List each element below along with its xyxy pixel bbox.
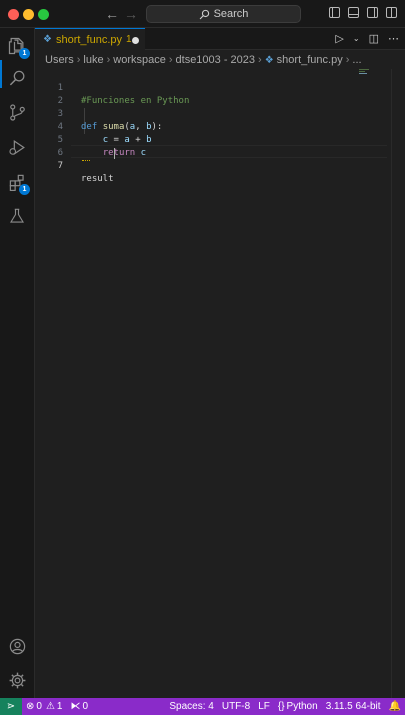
- code-text: result: [81, 174, 114, 184]
- tab-label: short_func.py: [55, 33, 123, 46]
- explorer-icon[interactable]: 1: [5, 34, 30, 59]
- breadcrumb-folder[interactable]: dtse1003 - 2023: [176, 54, 256, 66]
- editor-actions: ▷ ⌄ ◫ ⋯: [335, 32, 399, 45]
- code-line[interactable]: 1 #Funciones en Python: [35, 69, 405, 106]
- editor-tab-bar: ❖ short_func.py 1 ▷ ⌄ ◫ ⋯: [35, 28, 405, 50]
- code-editor[interactable]: 1 #Funciones en Python 2 3 def suma(a, b…: [35, 69, 405, 698]
- search-view-icon[interactable]: [5, 66, 29, 90]
- eol-selector[interactable]: LF: [254, 701, 274, 712]
- title-bar: ← → Search: [0, 0, 405, 28]
- accounts-icon[interactable]: [5, 634, 29, 658]
- forward-arrow-icon[interactable]: →: [124, 5, 138, 23]
- maximize-window-button[interactable]: [38, 9, 49, 20]
- remote-indicator-icon[interactable]: ⋗: [0, 698, 22, 715]
- notifications-bell-icon[interactable]: 🔔: [385, 701, 405, 712]
- error-icon: ⊗: [26, 701, 35, 712]
- code-line[interactable]: 5 return c: [35, 121, 405, 158]
- close-window-button[interactable]: [8, 9, 19, 20]
- warning-count: 1: [56, 701, 63, 712]
- overview-ruler[interactable]: [391, 69, 405, 698]
- warning-icon: ⚠: [45, 701, 55, 712]
- run-dropdown-chevron-icon[interactable]: ⌄: [353, 34, 360, 43]
- breadcrumb-luke[interactable]: luke: [83, 54, 103, 66]
- chevron-right-icon: ›: [345, 54, 350, 66]
- split-editor-icon[interactable]: ◫: [369, 32, 379, 45]
- ports-count: 0: [82, 701, 89, 712]
- text-cursor: [114, 148, 115, 159]
- python-file-icon: ❖: [43, 34, 52, 45]
- minimize-window-button[interactable]: [23, 9, 34, 20]
- interpreter-selector[interactable]: 3.11.5 64-bit: [322, 701, 385, 712]
- language-mode[interactable]: {} Python: [274, 701, 322, 712]
- line-number: 7: [57, 161, 63, 171]
- indentation-selector[interactable]: Spaces: 4: [165, 701, 217, 712]
- tab-problem-count: 1: [126, 34, 132, 45]
- extensions-icon[interactable]: 1: [5, 170, 30, 195]
- active-view-indicator: [0, 60, 2, 88]
- bottom-edge: [0, 715, 405, 720]
- code-line[interactable]: 2: [35, 82, 405, 106]
- breadcrumb-more[interactable]: ...: [352, 54, 361, 66]
- chevron-right-icon: ›: [76, 54, 81, 66]
- command-center-search[interactable]: Search: [146, 5, 301, 23]
- run-debug-icon[interactable]: [5, 135, 29, 159]
- tab-short-func[interactable]: ❖ short_func.py 1: [35, 28, 145, 50]
- search-label: Search: [213, 8, 249, 20]
- broadcast-icon: ⧔: [70, 701, 81, 712]
- toggle-secondary-sidebar-icon[interactable]: [367, 7, 378, 18]
- encoding-selector[interactable]: UTF-8: [218, 701, 254, 712]
- warning-squiggle: [82, 159, 90, 161]
- python-file-icon: ❖: [264, 54, 274, 66]
- chevron-right-icon: ›: [258, 54, 262, 66]
- breadcrumb: Users › luke › workspace › dtse1003 - 20…: [35, 51, 405, 69]
- code-line[interactable]: 3 def suma(a, b):: [35, 95, 405, 132]
- activity-bar: 1 1: [0, 28, 35, 698]
- toggle-panel-icon[interactable]: [348, 7, 359, 18]
- problems-indicator[interactable]: ⊗ 0 ⚠ 1: [22, 701, 66, 712]
- breadcrumb-users[interactable]: Users: [45, 54, 74, 66]
- chevron-right-icon: ›: [168, 54, 173, 66]
- explorer-badge: 1: [19, 48, 30, 59]
- code-line[interactable]: 6: [35, 134, 405, 158]
- source-control-icon[interactable]: [5, 100, 29, 124]
- customize-layout-icon[interactable]: [386, 7, 397, 18]
- search-icon: [199, 9, 209, 19]
- language-label: Python: [286, 701, 318, 712]
- testing-flask-icon[interactable]: [5, 204, 29, 228]
- unsaved-dot-icon[interactable]: [132, 37, 139, 44]
- toggle-primary-sidebar-icon[interactable]: [329, 7, 340, 18]
- layout-controls: [329, 7, 397, 18]
- error-count: 0: [36, 701, 42, 712]
- status-bar: ⋗ ⊗ 0 ⚠ 1 ⧔ 0 Spaces: 4 UTF-8 LF {} Pyth…: [0, 698, 405, 715]
- breadcrumb-workspace[interactable]: workspace: [113, 54, 166, 66]
- code-line[interactable]: 4 c = a + b: [35, 108, 405, 145]
- extensions-badge: 1: [19, 184, 30, 195]
- manage-gear-icon[interactable]: [5, 668, 29, 692]
- code-line[interactable]: 7 result: [35, 147, 405, 184]
- chevron-right-icon: ›: [106, 54, 111, 66]
- ports-indicator[interactable]: ⧔ 0: [66, 701, 92, 712]
- back-arrow-icon[interactable]: ←: [105, 5, 119, 23]
- breadcrumb-file[interactable]: short_func.py: [277, 54, 343, 66]
- braces-icon: {}: [277, 701, 285, 712]
- run-python-file-icon[interactable]: ▷: [335, 32, 343, 45]
- minimap[interactable]: [359, 69, 369, 77]
- more-actions-icon[interactable]: ⋯: [388, 32, 399, 45]
